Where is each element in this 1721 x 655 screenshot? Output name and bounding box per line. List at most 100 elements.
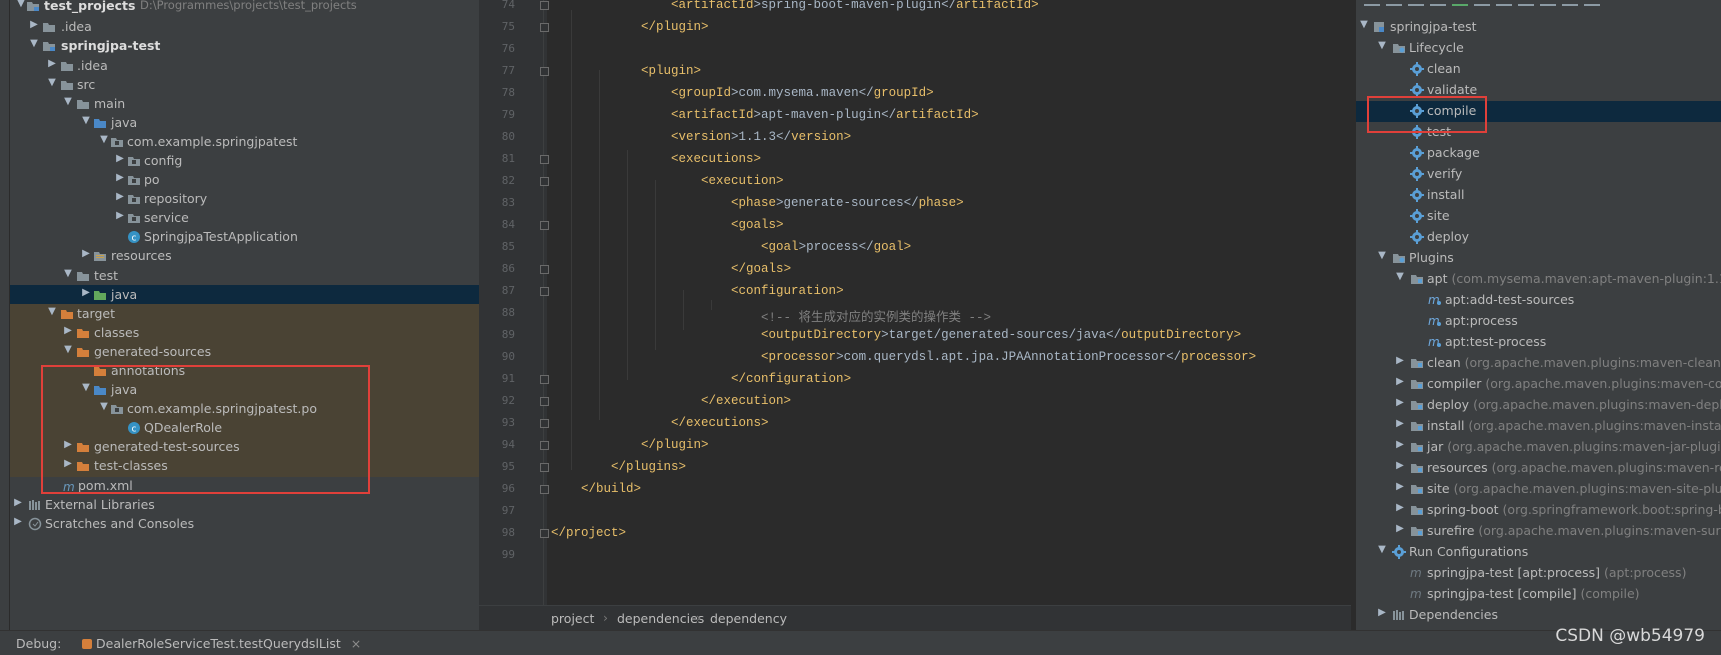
code-line[interactable]: <plugin> [551, 64, 701, 78]
maven-item[interactable]: install [1356, 185, 1721, 206]
tree-item[interactable]: ▼ test [10, 266, 479, 287]
tree-item[interactable]: ▼ generated-sources [10, 342, 479, 363]
code-line[interactable]: <executions> [551, 152, 761, 166]
code-line[interactable]: </plugins> [551, 460, 686, 474]
code-line[interactable]: </plugin> [551, 438, 709, 452]
code-line[interactable]: <processor>com.querydsl.apt.jpa.JPAAnnot… [551, 350, 1256, 364]
tree-item[interactable]: ▶ po [10, 170, 479, 191]
chevron-down-icon[interactable]: ▼ [62, 268, 74, 279]
maven-item[interactable]: ▶ Dependencies [1356, 605, 1721, 626]
chevron-down-icon[interactable]: ▼ [1376, 40, 1388, 51]
collapse-icon[interactable] [1540, 0, 1556, 6]
fold-marker-icon[interactable] [540, 67, 549, 76]
chevron-down-icon[interactable]: ▼ [46, 77, 58, 88]
download-icon[interactable] [1408, 0, 1424, 6]
maven-item[interactable]: ▶ deploy (org.apache.maven.plugins:maven-… [1356, 395, 1721, 416]
toggle-offline-icon[interactable] [1496, 0, 1512, 6]
maven-item[interactable]: ▶ jar (org.apache.maven.plugins:maven-jar… [1356, 437, 1721, 458]
maven-item[interactable]: ▼ apt (com.mysema.maven:apt-maven-plugin:… [1356, 269, 1721, 290]
tree-item[interactable]: ▶ Scratches and Consoles [10, 514, 479, 535]
breadcrumb-item[interactable]: project [551, 611, 594, 626]
tree-item[interactable]: ▶ .idea [10, 17, 479, 38]
expand-icon[interactable] [1562, 0, 1578, 6]
fold-marker-icon[interactable] [540, 375, 549, 384]
maven-item[interactable]: clean [1356, 59, 1721, 80]
code-line[interactable]: </execution> [551, 394, 791, 408]
fold-marker-icon[interactable] [540, 23, 549, 32]
settings-icon[interactable] [1584, 0, 1600, 6]
code-line[interactable]: </configuration> [551, 372, 851, 386]
fold-marker-icon[interactable] [540, 265, 549, 274]
tree-item[interactable]: c SpringjpaTestApplication [10, 227, 479, 248]
tree-item[interactable]: ▶ java [10, 285, 479, 306]
tree-item[interactable]: ▶ resources [10, 246, 479, 267]
code-line[interactable]: <version>1.1.3</version> [551, 130, 851, 144]
maven-item[interactable]: verify [1356, 164, 1721, 185]
breadcrumb-item[interactable]: dependencies [617, 611, 704, 626]
fold-marker-icon[interactable] [540, 177, 549, 186]
tree-item[interactable]: ▼ src [10, 75, 479, 96]
code-line[interactable]: <artifactId>spring-boot-maven-plugin</ar… [551, 0, 1039, 12]
fold-marker-icon[interactable] [540, 397, 549, 406]
chevron-right-icon[interactable]: ▶ [114, 153, 126, 164]
fold-marker-icon[interactable] [540, 485, 549, 494]
xml-editor[interactable]: 74 75 76 77 78 79 80 81 82 83 84 85 86 87 88 89 90 91 92 93… [479, 0, 1351, 605]
code-line[interactable]: <goals> [551, 218, 784, 232]
refresh-icon[interactable] [1364, 0, 1380, 6]
left-tool-strip[interactable] [0, 0, 10, 630]
tree-item[interactable]: ▼ java [10, 113, 479, 134]
tree-item[interactable]: ▼ springjpa-test [10, 36, 479, 57]
code-line[interactable]: </project> [551, 526, 626, 540]
chevron-down-icon[interactable]: ▼ [62, 96, 74, 107]
tree-item[interactable]: ▼ target [10, 304, 479, 325]
code-line[interactable]: <groupId>com.mysema.maven</groupId> [551, 86, 934, 100]
tree-item[interactable]: ▼ main [10, 94, 479, 115]
chevron-right-icon[interactable]: ▶ [1394, 502, 1406, 513]
fold-marker-icon[interactable] [540, 1, 549, 10]
debug-tab[interactable]: DealerRoleServiceTest.testQuerydslList × [76, 631, 367, 655]
execute-icon[interactable] [1474, 0, 1490, 6]
chevron-right-icon[interactable]: ▶ [114, 172, 126, 183]
maven-item[interactable]: site [1356, 206, 1721, 227]
plus-icon[interactable] [1430, 0, 1446, 6]
close-icon[interactable]: × [351, 636, 361, 651]
maven-item[interactable]: ▼ Plugins [1356, 248, 1721, 269]
code-line[interactable]: </plugin> [551, 20, 709, 34]
tree-item[interactable]: ▼ com.example.springjpatest [10, 132, 479, 153]
chevron-right-icon[interactable]: ▶ [62, 325, 74, 336]
chevron-right-icon[interactable]: ▶ [114, 191, 126, 202]
code-line[interactable]: <execution> [551, 174, 784, 188]
code-line[interactable]: <configuration> [551, 284, 844, 298]
chevron-right-icon[interactable]: ▶ [12, 497, 24, 508]
chevron-right-icon[interactable]: ▶ [1394, 523, 1406, 534]
chevron-right-icon[interactable]: ▶ [12, 516, 24, 527]
chevron-right-icon[interactable]: ▶ [1394, 439, 1406, 450]
tree-item[interactable]: ▶ config [10, 151, 479, 172]
maven-item[interactable]: ▼ Run Configurations [1356, 542, 1721, 563]
chevron-right-icon[interactable]: ▶ [114, 210, 126, 221]
chevron-down-icon[interactable]: ▼ [98, 134, 110, 145]
chevron-down-icon[interactable]: ▼ [80, 115, 92, 126]
code-line[interactable]: </goals> [551, 262, 791, 276]
tree-item[interactable]: ▶ External Libraries [10, 495, 479, 516]
chevron-down-icon[interactable]: ▼ [62, 344, 74, 355]
maven-item[interactable]: ▶ resources (org.apache.maven.plugins:mav… [1356, 458, 1721, 479]
chevron-down-icon[interactable]: ▼ [1376, 250, 1388, 261]
maven-item[interactable]: ▶ install (org.apache.maven.plugins:maven… [1356, 416, 1721, 437]
chevron-right-icon[interactable]: ▶ [1394, 481, 1406, 492]
fold-marker-icon[interactable] [540, 419, 549, 428]
chevron-right-icon[interactable]: ▶ [1394, 376, 1406, 387]
maven-item[interactable]: m apt:add-test-sources [1356, 290, 1721, 311]
maven-item[interactable]: package [1356, 143, 1721, 164]
tree-item[interactable]: ▶ .idea [10, 56, 479, 77]
chevron-right-icon[interactable]: ▶ [1376, 607, 1388, 618]
maven-item[interactable]: deploy [1356, 227, 1721, 248]
tree-item[interactable]: ▼ test_projects D:\Programmes\projects\tes… [10, 0, 479, 17]
breadcrumb-item[interactable]: dependency [710, 611, 787, 626]
maven-item[interactable]: ▶ site (org.apache.maven.plugins:maven-si… [1356, 479, 1721, 500]
skip-tests-icon[interactable] [1518, 0, 1534, 6]
fold-marker-icon[interactable] [540, 221, 549, 230]
maven-item[interactable]: ▼ springjpa-test [1356, 17, 1721, 38]
chevron-right-icon[interactable]: ▶ [80, 248, 92, 259]
chevron-right-icon[interactable]: ▶ [80, 287, 92, 298]
